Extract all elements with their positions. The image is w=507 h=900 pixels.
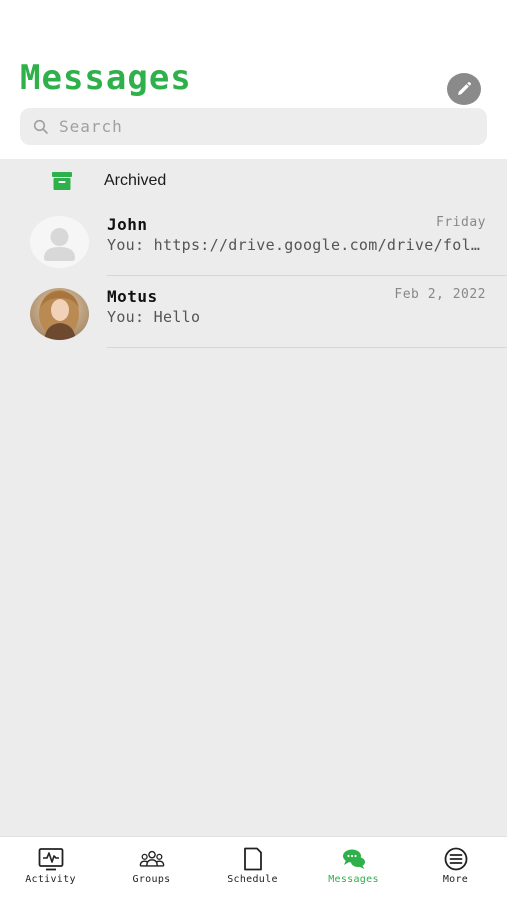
search-bar[interactable]: Search (20, 108, 487, 145)
divider (107, 347, 507, 348)
tab-label: Activity (25, 874, 76, 885)
contact-name: John (107, 215, 148, 234)
pencil-icon (458, 81, 472, 95)
header: Messages Search (0, 0, 507, 159)
activity-icon (38, 848, 63, 871)
contact-name: Motus (107, 287, 158, 306)
tab-messages[interactable]: Messages (303, 837, 404, 900)
archive-icon (52, 172, 72, 190)
search-icon (33, 119, 48, 134)
archived-row[interactable]: Archived (0, 159, 507, 204)
tab-activity[interactable]: Activity (0, 837, 101, 900)
avatar (30, 216, 89, 268)
compose-button[interactable] (447, 73, 481, 105)
schedule-icon (243, 847, 262, 871)
tab-groups[interactable]: Groups (101, 837, 202, 900)
profile-photo (30, 288, 89, 340)
user-placeholder-icon (44, 228, 75, 261)
message-preview: You: https://drive.google.com/drive/fold… (107, 236, 487, 254)
conversation-list: Archived John You: https://drive.google.… (0, 159, 507, 836)
bottom-tab-bar: Activity Groups Schedule Messages More (0, 836, 507, 900)
tab-schedule[interactable]: Schedule (202, 837, 303, 900)
search-input[interactable]: Search (59, 117, 123, 136)
avatar (30, 288, 89, 340)
tab-label: Messages (328, 874, 379, 885)
tab-label: Groups (132, 874, 171, 885)
message-time: Friday (436, 215, 486, 230)
conversation-row-john[interactable]: John You: https://drive.google.com/drive… (0, 204, 507, 276)
message-preview: You: Hello (107, 308, 201, 326)
more-icon (444, 847, 467, 871)
tab-label: More (442, 874, 469, 885)
archived-label: Archived (104, 172, 167, 189)
messages-icon (342, 849, 365, 869)
page-title: Messages (20, 58, 192, 98)
conversation-row-motus[interactable]: Motus You: Hello Feb 2, 2022 (0, 276, 507, 348)
message-time: Feb 2, 2022 (394, 287, 486, 302)
tab-more[interactable]: More (405, 837, 506, 900)
groups-icon (139, 850, 164, 867)
tab-label: Schedule (227, 874, 278, 885)
